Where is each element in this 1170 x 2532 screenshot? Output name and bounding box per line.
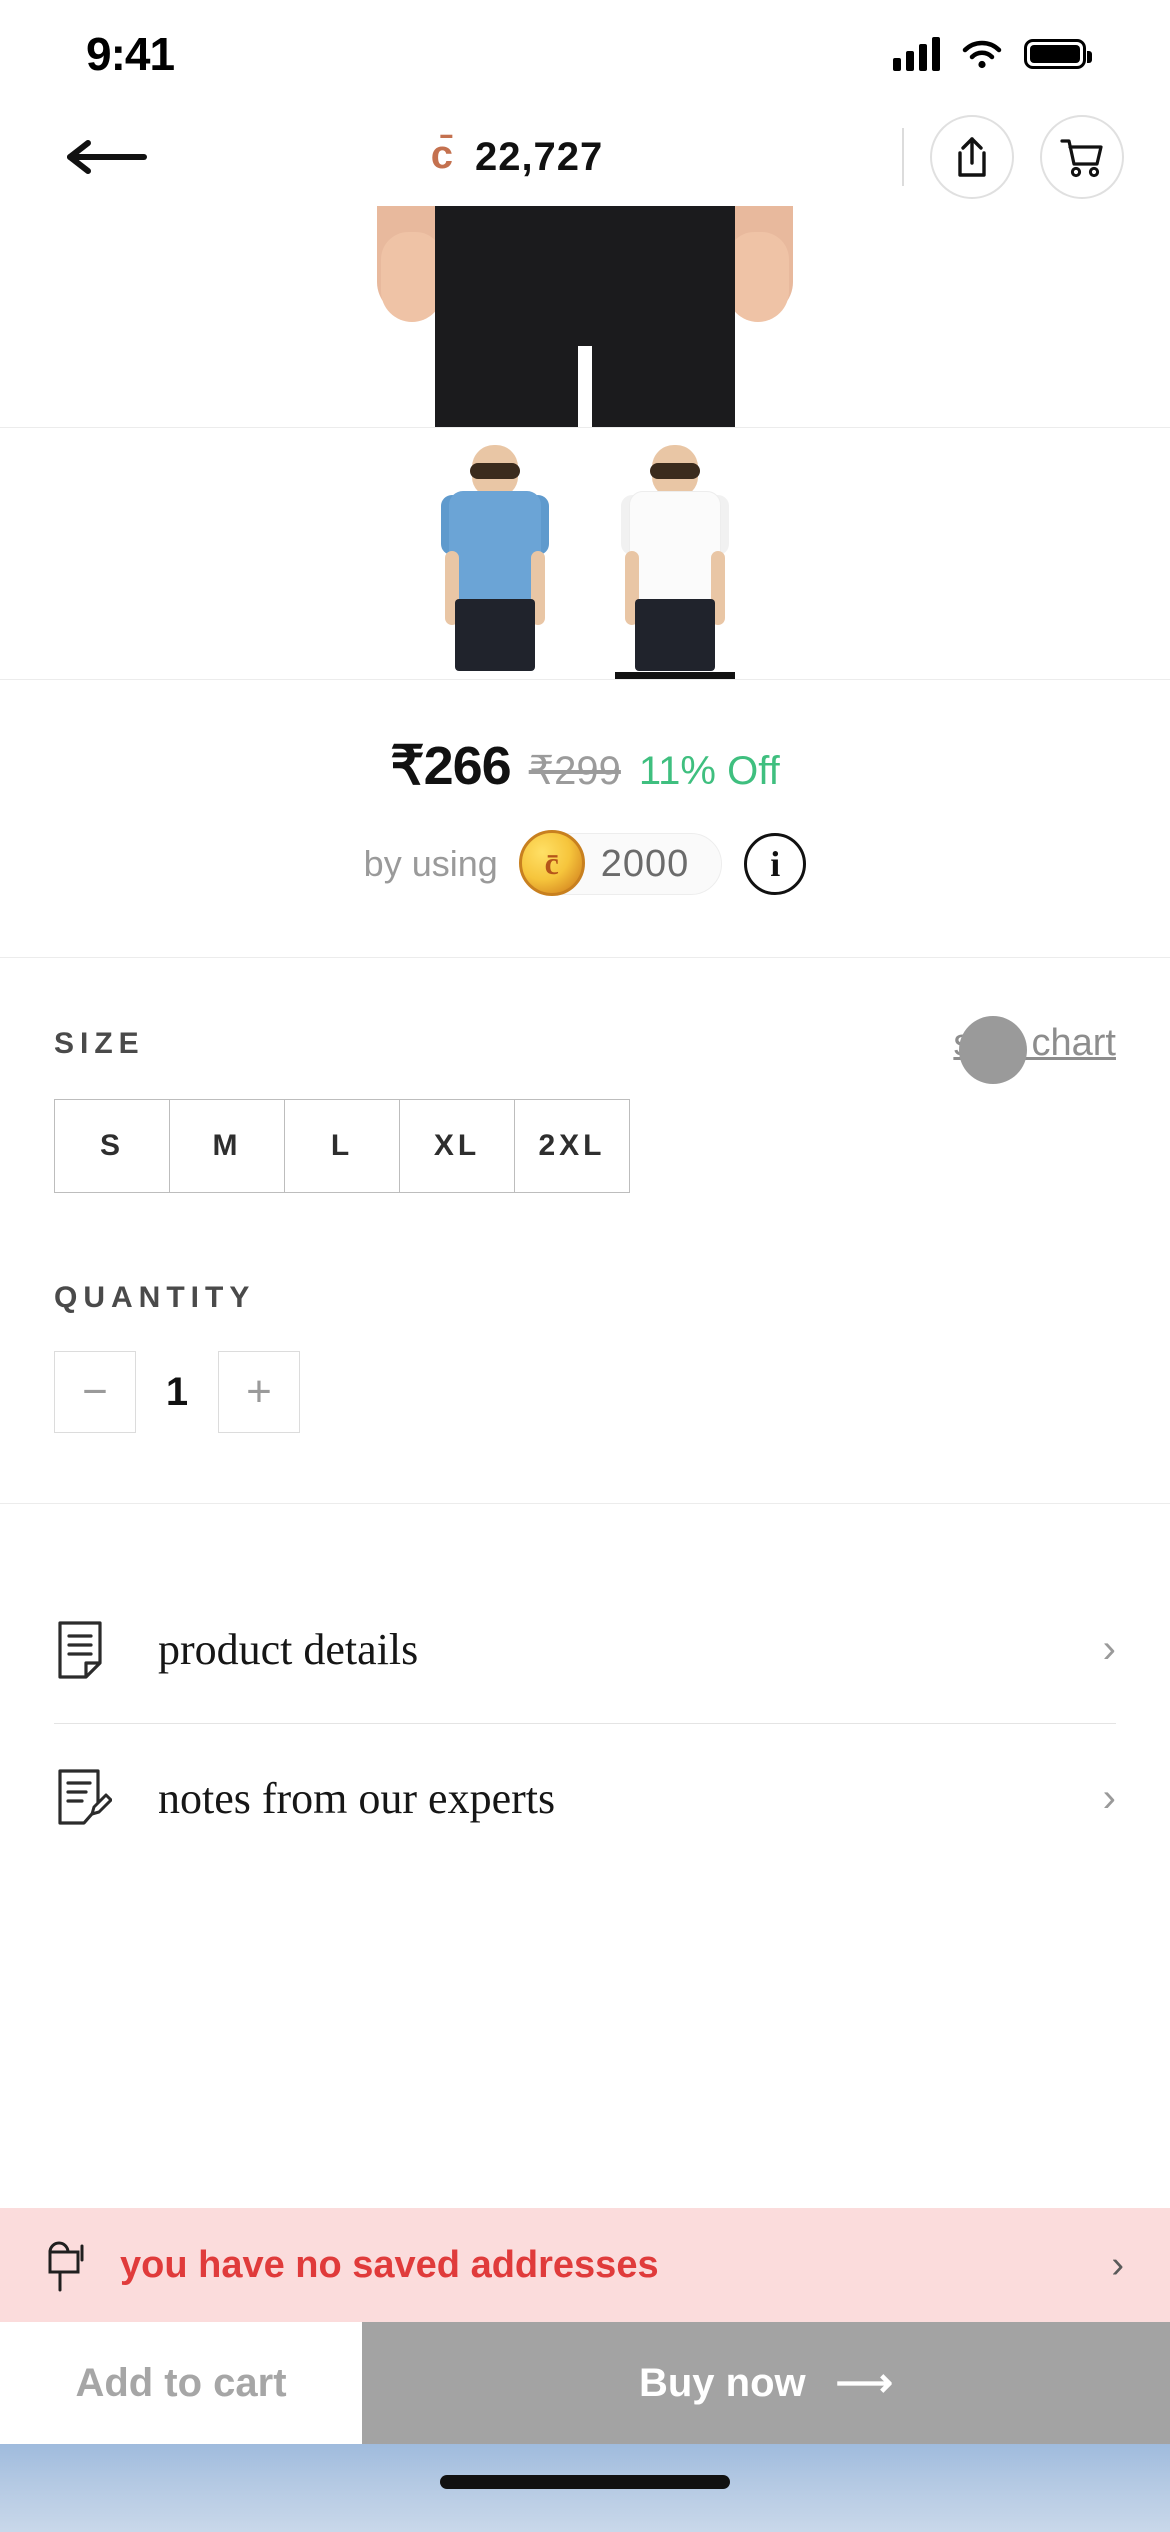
nav-actions [930, 115, 1124, 199]
white-tshirt [629, 491, 721, 603]
chevron-right-icon: › [1111, 2243, 1124, 2286]
size-section: SIZE size chart S M L XL 2XL [0, 958, 1170, 1193]
sunglasses-icon [470, 463, 520, 479]
accordion-notes-from-experts[interactable]: notes from our experts › [54, 1724, 1116, 1872]
thumbnail-selected-indicator [435, 672, 555, 679]
current-price: ₹266 [390, 736, 511, 796]
shopping-cart-icon [1060, 139, 1103, 178]
quantity-section: QUANTITY − 1 + [0, 1193, 1170, 1504]
status-bar: 9:41 [0, 0, 1170, 108]
share-icon [958, 137, 986, 177]
thumbnail-strip [0, 428, 1170, 680]
quantity-value: 1 [165, 1369, 189, 1414]
coin-symbol-icon: c̄ [430, 133, 453, 177]
quantity-increment-button[interactable]: + [218, 1351, 300, 1433]
white-tshirt-thumbnail [615, 439, 735, 671]
cellular-signal-icon [893, 37, 940, 71]
buy-now-button[interactable]: Buy now ⟶ [362, 2322, 1170, 2444]
price-section: ₹266 ₹299 11% Off by using c̄ 2000 i [0, 680, 1170, 958]
size-header: SIZE size chart [54, 1016, 1116, 1084]
arrow-right-icon: ⟶ [835, 2361, 893, 2405]
bottom-action-bar: Add to cart Buy now ⟶ [0, 2322, 1170, 2444]
model-pants [635, 599, 715, 671]
coin-balance-display[interactable]: c̄ 22,727 [148, 135, 886, 180]
size-option-m[interactable]: M [170, 1100, 285, 1192]
quantity-decrement-button[interactable]: − [54, 1351, 136, 1433]
size-option-s[interactable]: S [55, 1100, 170, 1192]
accordion-label: product details [158, 1625, 419, 1674]
by-using-label: by using [363, 843, 498, 884]
coin-amount-pill[interactable]: c̄ 2000 [518, 830, 723, 896]
status-time: 9:41 [86, 28, 175, 80]
no-saved-address-banner[interactable]: you have no saved addresses › [0, 2208, 1170, 2322]
accordion-list: product details › notes from our experts… [0, 1504, 1170, 1872]
accordion-product-details[interactable]: product details › [54, 1576, 1116, 1724]
model-pants [455, 599, 535, 671]
share-button[interactable] [930, 115, 1014, 199]
accordion-label: notes from our experts [158, 1773, 556, 1823]
quantity-stepper: − 1 + [54, 1351, 1116, 1433]
blue-tshirt [449, 491, 541, 603]
model-black-shorts [435, 206, 735, 427]
touch-indicator [959, 1016, 1028, 1084]
coin-usage-row: by using c̄ 2000 i [0, 830, 1170, 896]
coin-balance-value: 22,727 [474, 134, 604, 179]
chevron-right-icon: › [1102, 1775, 1116, 1820]
quantity-label: QUANTITY [54, 1281, 256, 1314]
top-navigation-bar: c̄ 22,727 [0, 108, 1170, 206]
nav-divider [902, 128, 904, 186]
info-icon[interactable]: i [744, 833, 807, 895]
home-indicator[interactable] [440, 2475, 730, 2489]
discount-percent: 11% Off [638, 749, 780, 793]
back-button[interactable] [62, 127, 148, 187]
back-arrow-icon [67, 140, 147, 174]
mailbox-icon [48, 2241, 84, 2292]
sunglasses-icon [650, 463, 700, 479]
chevron-right-icon: › [1102, 1627, 1116, 1671]
model-photo [377, 206, 793, 427]
home-indicator-area [0, 2444, 1170, 2532]
coin-amount-value: 2000 [600, 842, 690, 885]
note-pencil-icon [58, 1769, 112, 1825]
wifi-icon [962, 40, 1002, 69]
thumbnail-item[interactable] [615, 439, 735, 679]
add-to-cart-button[interactable]: Add to cart [0, 2322, 362, 2444]
product-hero-image[interactable] [0, 206, 1170, 428]
original-price: ₹299 [528, 749, 621, 793]
price-row: ₹266 ₹299 11% Off [0, 734, 1170, 797]
cart-button[interactable] [1040, 115, 1124, 199]
document-lines-icon [58, 1620, 102, 1679]
address-banner-text: you have no saved addresses [120, 2243, 659, 2286]
buy-now-label: Buy now [638, 2360, 806, 2405]
status-indicators [893, 37, 1092, 71]
size-options: S M L XL 2XL [54, 1099, 630, 1193]
size-option-xl[interactable]: XL [400, 1100, 515, 1192]
thumbnail-selected-indicator [615, 672, 735, 679]
thumbnail-item[interactable] [435, 439, 555, 679]
size-option-2xl[interactable]: 2XL [515, 1100, 629, 1192]
blue-tshirt-thumbnail [435, 439, 555, 671]
size-option-l[interactable]: L [285, 1100, 400, 1192]
gold-coin-icon: c̄ [518, 830, 585, 896]
size-label: SIZE [54, 1026, 145, 1060]
battery-full-icon [1024, 39, 1092, 69]
size-chart-link[interactable]: size chart [953, 1016, 1116, 1084]
